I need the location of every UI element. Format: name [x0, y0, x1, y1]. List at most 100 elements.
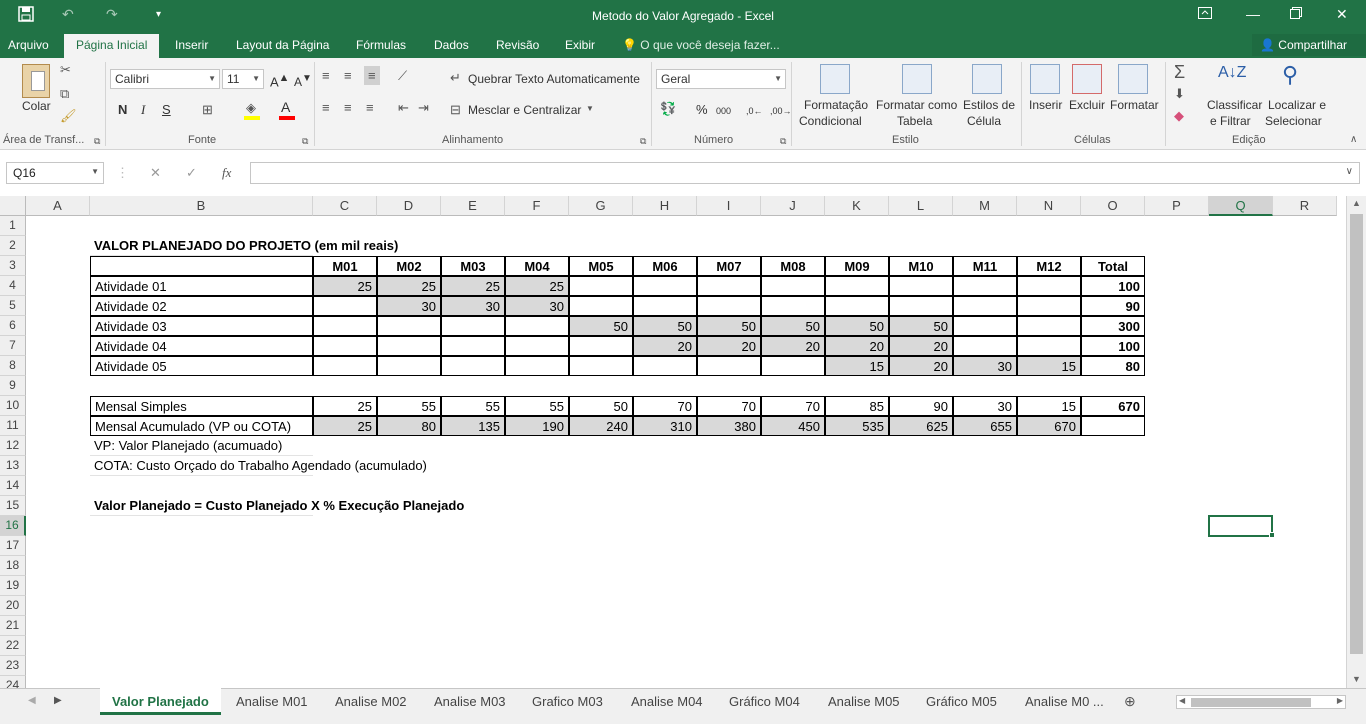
row-header-24[interactable]: 24 — [0, 676, 26, 688]
monthly-simple-value-cell[interactable]: 25 — [313, 396, 377, 416]
activity-value-cell[interactable]: 50 — [889, 316, 953, 336]
sheet-tab[interactable]: Analise M05 — [828, 694, 900, 709]
activity-value-cell[interactable]: 15 — [825, 356, 889, 376]
chevron-down-icon[interactable]: ▼ — [586, 104, 594, 113]
share-button[interactable]: 👤 Compartilhar — [1252, 34, 1366, 56]
select-all-button[interactable] — [0, 196, 26, 216]
row-header-6[interactable]: 6 — [0, 316, 26, 336]
number-format-dropdown[interactable]: Geral ▼ — [656, 69, 786, 89]
close-icon[interactable]: ✕ — [1336, 6, 1348, 23]
activity-value-cell[interactable]: 50 — [697, 316, 761, 336]
activity-value-cell[interactable] — [313, 296, 377, 316]
column-header-h[interactable]: H — [633, 196, 697, 216]
note-cota-cell[interactable]: COTA: Custo Orçado do Trabalho Agendado … — [90, 456, 427, 476]
row-header-10[interactable]: 10 — [0, 396, 26, 416]
activity-value-cell[interactable] — [761, 296, 825, 316]
activity-value-cell[interactable] — [441, 336, 505, 356]
wrap-text-button[interactable]: Quebrar Texto Automaticamente — [468, 72, 640, 87]
monthly-cumulative-label-cell[interactable]: Mensal Acumulado (VP ou COTA) — [90, 416, 313, 436]
tab-revisao[interactable]: Revisão — [496, 38, 539, 52]
month-header-cell[interactable]: M02 — [377, 256, 441, 276]
column-header-f[interactable]: F — [505, 196, 569, 216]
format-cells-icon[interactable] — [1118, 64, 1148, 94]
activity-value-cell[interactable]: 50 — [569, 316, 633, 336]
activity-value-cell[interactable] — [953, 296, 1017, 316]
tab-exibir[interactable]: Exibir — [565, 38, 595, 52]
conditional-format-icon[interactable] — [820, 64, 850, 94]
activity-value-cell[interactable]: 30 — [505, 296, 569, 316]
row-header-12[interactable]: 12 — [0, 436, 26, 456]
align-left-icon[interactable]: ≡ — [322, 100, 330, 115]
sheet-tab[interactable]: Analise M01 — [236, 694, 308, 709]
activity-value-cell[interactable] — [313, 316, 377, 336]
activity-total-cell[interactable]: 100 — [1081, 336, 1145, 356]
borders-icon[interactable]: ⊞ — [202, 102, 213, 118]
thousands-button[interactable]: 000 — [716, 104, 731, 119]
activity-value-cell[interactable]: 25 — [505, 276, 569, 296]
activity-name-cell[interactable]: Atividade 04 — [90, 336, 313, 356]
activity-value-cell[interactable]: 20 — [633, 336, 697, 356]
activity-value-cell[interactable]: 20 — [889, 356, 953, 376]
column-header-m[interactable]: M — [953, 196, 1017, 216]
column-header-o[interactable]: O — [1081, 196, 1145, 216]
align-bottom-icon[interactable]: ≡ — [364, 66, 380, 85]
formula-note-cell[interactable]: Valor Planejado = Custo Planejado X % Ex… — [90, 496, 464, 516]
formula-bar-splitter[interactable]: ⋮ — [116, 165, 129, 181]
bold-button[interactable]: N — [118, 102, 127, 117]
cell-styles-icon[interactable] — [972, 64, 1002, 94]
sheet-tab[interactable]: Analise M04 — [631, 694, 703, 709]
monthly-simple-value-cell[interactable]: 15 — [1017, 396, 1081, 416]
monthly-simple-value-cell[interactable]: 30 — [953, 396, 1017, 416]
monthly-simple-value-cell[interactable]: 70 — [633, 396, 697, 416]
activity-value-cell[interactable] — [633, 356, 697, 376]
activity-name-cell[interactable]: Atividade 03 — [90, 316, 313, 336]
activity-value-cell[interactable]: 30 — [441, 296, 505, 316]
activity-value-cell[interactable] — [505, 316, 569, 336]
sheet-tab-active[interactable]: Valor Planejado — [100, 688, 221, 715]
collapse-ribbon-icon[interactable]: ∧ — [1350, 134, 1357, 145]
row-header-7[interactable]: 7 — [0, 336, 26, 356]
note-vp-cell[interactable]: VP: Valor Planejado (acumuado) — [90, 436, 313, 456]
fill-color-icon[interactable]: ◈ — [246, 100, 256, 116]
column-header-g[interactable]: G — [569, 196, 633, 216]
activity-value-cell[interactable] — [569, 296, 633, 316]
activity-value-cell[interactable]: 20 — [761, 336, 825, 356]
activity-value-cell[interactable] — [313, 336, 377, 356]
activity-value-cell[interactable]: 30 — [953, 356, 1017, 376]
column-header-e[interactable]: E — [441, 196, 505, 216]
activity-total-cell[interactable]: 300 — [1081, 316, 1145, 336]
activity-value-cell[interactable]: 50 — [825, 316, 889, 336]
tell-me-box[interactable]: 💡 O que você deseja fazer... — [622, 38, 780, 52]
activity-value-cell[interactable] — [761, 276, 825, 296]
month-header-cell[interactable]: M08 — [761, 256, 825, 276]
sort-filter-label-2[interactable]: e Filtrar — [1210, 114, 1251, 129]
align-center-icon[interactable]: ≡ — [344, 100, 352, 115]
activity-total-cell[interactable]: 100 — [1081, 276, 1145, 296]
sort-filter-label-1[interactable]: Classificar — [1207, 98, 1262, 113]
clear-icon[interactable]: ◆ — [1174, 108, 1184, 124]
column-header-p[interactable]: P — [1145, 196, 1209, 216]
merge-center-button[interactable]: Mesclar e Centralizar — [468, 103, 581, 118]
month-header-cell[interactable]: M10 — [889, 256, 953, 276]
currency-icon[interactable]: 💱 — [660, 101, 676, 117]
cell-styles-label-2[interactable]: Célula — [967, 114, 1001, 129]
sheet-tab[interactable]: Analise M0 ... — [1025, 694, 1104, 709]
row-header-17[interactable]: 17 — [0, 536, 26, 556]
italic-button[interactable]: I — [141, 102, 145, 117]
monthly-cumulative-value-cell[interactable]: 450 — [761, 416, 825, 436]
activity-value-cell[interactable]: 50 — [633, 316, 697, 336]
activity-value-cell[interactable] — [697, 276, 761, 296]
activity-value-cell[interactable] — [953, 336, 1017, 356]
row-header-9[interactable]: 9 — [0, 376, 26, 396]
tab-arquivo[interactable]: Arquivo — [8, 38, 49, 52]
activity-value-cell[interactable]: 20 — [889, 336, 953, 356]
column-header-i[interactable]: I — [697, 196, 761, 216]
monthly-simple-value-cell[interactable]: 55 — [377, 396, 441, 416]
paste-label[interactable]: Colar — [22, 99, 51, 114]
orientation-icon[interactable]: ⟋ — [398, 68, 407, 84]
dialog-launcher-icon[interactable]: ⧉ — [640, 136, 646, 147]
activity-value-cell[interactable]: 20 — [825, 336, 889, 356]
monthly-simple-total-cell[interactable]: 670 — [1081, 396, 1145, 416]
row-header-5[interactable]: 5 — [0, 296, 26, 316]
monthly-cumulative-value-cell[interactable]: 80 — [377, 416, 441, 436]
